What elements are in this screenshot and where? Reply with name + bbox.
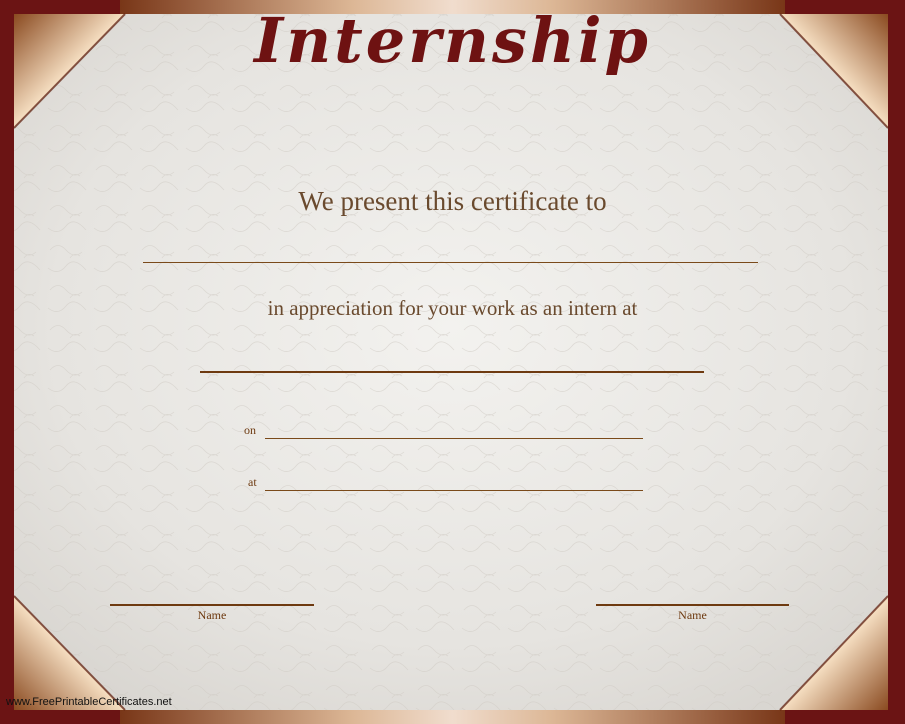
website-watermark: www.FreePrintableCertificates.net	[6, 696, 172, 708]
certificate-title: Internship	[254, 4, 651, 77]
left-signature-line	[110, 604, 314, 606]
left-signature-label: Name	[197, 608, 227, 622]
right-signature-line	[596, 604, 789, 606]
right-signature-label: Name	[678, 608, 707, 622]
date-line	[265, 438, 643, 439]
recipient-name-line	[143, 262, 758, 263]
location-line	[265, 490, 643, 491]
appreciation-text: in appreciation for your work as an inte…	[267, 296, 638, 320]
at-label: at	[248, 475, 257, 489]
organization-line	[200, 371, 704, 373]
presentation-text: We present this certificate to	[298, 186, 607, 216]
on-label: on	[244, 423, 256, 437]
